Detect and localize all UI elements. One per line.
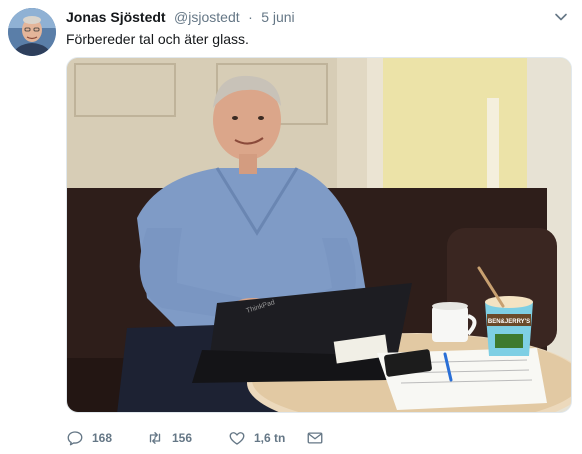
separator-dot: ·	[248, 9, 253, 25]
photo-illustration: ThinkPad BEN&JERRY'S	[67, 58, 571, 412]
avatar[interactable]	[8, 8, 56, 56]
retweet-icon	[149, 432, 161, 444]
ice-cream-brand-label: BEN&JERRY'S	[488, 319, 530, 325]
author-handle[interactable]: @jsjostedt	[174, 9, 240, 25]
reply-icon	[67, 431, 83, 446]
retweet-count: 156	[172, 431, 193, 445]
tweet-card: Jonas Sjöstedt @jsjostedt · 5 juni Förbe…	[0, 0, 582, 454]
retweet-button[interactable]: 156	[146, 427, 192, 449]
tweet-photo[interactable]: ThinkPad BEN&JERRY'S	[66, 57, 572, 413]
tweet-actions: 168 156 1,6 tn	[66, 427, 366, 449]
like-button[interactable]: 1,6 tn	[228, 427, 285, 449]
heart-icon	[229, 432, 245, 445]
tweet-date[interactable]: 5 juni	[261, 9, 294, 25]
envelope-icon	[307, 432, 323, 444]
tweet-header: Jonas Sjöstedt @jsjostedt · 5 juni	[66, 8, 295, 26]
direct-message-button[interactable]	[306, 427, 324, 449]
reply-count: 168	[92, 431, 113, 445]
reply-button[interactable]: 168	[66, 427, 112, 449]
like-count: 1,6 tn	[254, 431, 286, 445]
chevron-down-icon[interactable]	[554, 10, 568, 24]
author-name[interactable]: Jonas Sjöstedt	[66, 9, 166, 25]
tweet-text: Förbereder tal och äter glass.	[66, 31, 249, 47]
